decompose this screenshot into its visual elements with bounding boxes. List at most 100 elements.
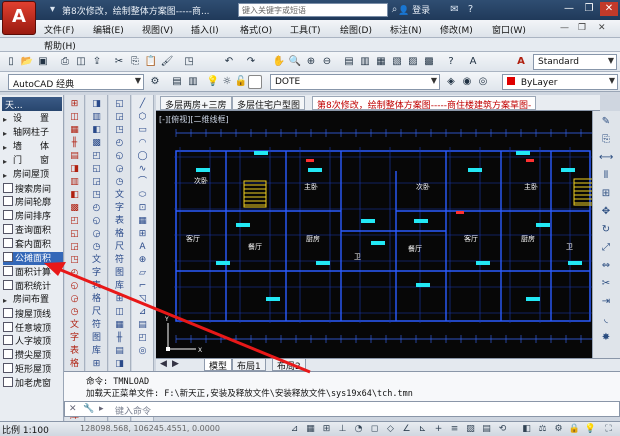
doc-tab-two-three-bedroom[interactable]: 多层两房+三房 [160, 96, 232, 111]
block-editor-icon[interactable]: ◳ [182, 55, 196, 69]
quick-access-icon[interactable]: ▾ [46, 3, 59, 16]
first-tab-icon[interactable]: ◀ [160, 359, 167, 369]
zoom-previous-icon[interactable]: ⊖ [320, 55, 334, 69]
tianzheng-tool-icon[interactable]: ◶ [89, 228, 104, 241]
redo-icon[interactable]: ↷ [244, 55, 258, 69]
tianzheng-tool-icon[interactable]: ◫ [67, 111, 82, 124]
tianzheng-tool-icon[interactable]: 表 [89, 280, 104, 293]
tianzheng-tool-icon[interactable]: 格 [67, 358, 82, 371]
tianzheng-tool-icon[interactable]: ◨ [112, 358, 127, 371]
polar-icon[interactable]: ◔ [352, 423, 365, 435]
screen-menu-header[interactable]: 天... [2, 97, 62, 111]
draw-tool-icon[interactable]: ▱ [135, 267, 150, 280]
tianzheng-tool-icon[interactable]: ◲ [89, 176, 104, 189]
copy-object-icon[interactable]: ⎘ [599, 133, 613, 147]
tianzheng-tool-icon[interactable]: ◳ [112, 124, 127, 137]
command-line[interactable]: ✕ 🔧 ▸ 键入命令 [64, 401, 620, 417]
menu-edit[interactable]: 编辑(E) [93, 23, 124, 36]
tianzheng-tool-icon[interactable]: 字 [112, 202, 127, 215]
tianzheng-tool-icon[interactable]: ◱ [89, 163, 104, 176]
tianzheng-tool-icon[interactable]: ▥ [89, 111, 104, 124]
login-button[interactable]: 👤 登录 [398, 3, 430, 16]
tianzheng-tool-icon[interactable]: 图 [89, 332, 104, 345]
text-style-dropdown[interactable]: Standard ▼ [533, 54, 617, 70]
draw-tool-icon[interactable]: ◰ [135, 332, 150, 345]
tianzheng-tool-icon[interactable]: ◵ [89, 215, 104, 228]
tianzheng-tool-icon[interactable]: ⊞ [112, 293, 127, 306]
open-icon[interactable]: 📂 [20, 55, 34, 69]
draw-tool-icon[interactable]: ⊿ [135, 306, 150, 319]
screen-menu-item[interactable]: ▸ 轴网柱子 [3, 127, 63, 140]
tianzheng-tool-icon[interactable]: ◵ [67, 280, 82, 293]
minimize-button[interactable]: — [560, 2, 578, 16]
isolate-icon[interactable]: 💡 [584, 423, 597, 435]
tianzheng-tool-icon[interactable]: ◷ [67, 306, 82, 319]
screen-menu-item[interactable]: 套内面积 [3, 238, 63, 251]
extend-icon[interactable]: ⇥ [599, 295, 613, 309]
tianzheng-tool-icon[interactable]: 字 [89, 267, 104, 280]
rotate-icon[interactable]: ↻ [599, 223, 613, 237]
screen-menu-item[interactable]: ▸ 房间屋顶 [3, 169, 63, 182]
doc-tab-scheme-sketch[interactable]: 第8次修改，绘制整体方案图-----商住楼建筑方案草图- [312, 96, 537, 111]
tianzheng-tool-icon[interactable]: 符 [89, 319, 104, 332]
draw-tool-icon[interactable]: ⊕ [135, 254, 150, 267]
tianzheng-tool-icon[interactable]: ◨ [67, 163, 82, 176]
mirror-icon[interactable]: ⟷ [599, 151, 613, 165]
layer-match-icon[interactable]: ◎ [476, 75, 490, 89]
markup-icon[interactable]: ▨ [406, 55, 420, 69]
menu-restore-icon[interactable]: ❐ [578, 23, 586, 33]
ducs-icon[interactable]: ⊾ [416, 423, 429, 435]
osnap-icon[interactable]: ◻ [368, 423, 381, 435]
screen-menu-item[interactable]: 矩形屋顶 [3, 363, 63, 376]
infer-icon[interactable]: ⊿ [288, 423, 301, 435]
lineweight-icon[interactable]: ≡ [448, 423, 461, 435]
tianzheng-tool-icon[interactable]: ▩ [67, 202, 82, 215]
tianzheng-tool-icon[interactable]: 字 [67, 332, 82, 345]
tianzheng-tool-icon[interactable]: ◱ [67, 228, 82, 241]
tianzheng-tool-icon[interactable]: ╫ [67, 137, 82, 150]
tianzheng-tool-icon[interactable]: ◰ [89, 150, 104, 163]
draw-tool-icon[interactable]: ◠ [135, 137, 150, 150]
cut-icon[interactable]: ✂ [112, 55, 126, 69]
save-icon[interactable]: ▣ [36, 55, 50, 69]
screen-menu-item[interactable]: 房间轮廓 [3, 196, 63, 209]
tianzheng-tool-icon[interactable]: ▤ [67, 150, 82, 163]
fullscreen-icon[interactable]: ⛶ [602, 423, 615, 435]
screen-menu-item[interactable]: 面积计算 [3, 265, 63, 279]
quick-properties-icon[interactable]: ▤ [480, 423, 493, 435]
scale-icon[interactable]: ⤢ [599, 241, 613, 255]
menu-view[interactable]: 视图(V) [142, 23, 173, 36]
design-center-icon[interactable]: ▥ [358, 55, 372, 69]
menu-minimize-icon[interactable]: — [560, 23, 569, 33]
grid-icon[interactable]: ⊞ [320, 423, 333, 435]
undo-icon[interactable]: ↶ [222, 55, 236, 69]
tianzheng-tool-icon[interactable]: 尺 [112, 241, 127, 254]
menu-close-icon[interactable]: ✕ [598, 23, 606, 33]
tianzheng-tool-icon[interactable]: 格 [89, 293, 104, 306]
menu-tools[interactable]: 工具(T) [290, 23, 321, 36]
draw-tool-icon[interactable]: ◎ [135, 345, 150, 358]
dyn-icon[interactable]: + [432, 423, 445, 435]
draw-tool-icon[interactable]: ◯ [135, 150, 150, 163]
tianzheng-tool-icon[interactable]: ⊞ [89, 358, 104, 371]
tianzheng-tool-icon[interactable]: ◴ [67, 267, 82, 280]
close-button[interactable]: ✕ [600, 2, 618, 16]
tianzheng-tool-icon[interactable]: 格 [112, 228, 127, 241]
screen-menu-item[interactable]: 房间排序 [3, 210, 63, 223]
tianzheng-tool-icon[interactable]: ◷ [112, 176, 127, 189]
layer-previous-icon[interactable]: ◉ [460, 75, 474, 89]
draw-tool-icon[interactable]: ⊞ [135, 228, 150, 241]
screen-menu-item[interactable]: 任意坡顶 [3, 321, 63, 335]
screen-menu-item[interactable]: 搜屋顶线 [3, 307, 63, 321]
menu-help[interactable]: 帮助(H) [44, 39, 76, 52]
tianzheng-tool-icon[interactable]: ▥ [67, 176, 82, 189]
screen-menu-item[interactable]: ▸ 墙 体 [3, 141, 63, 154]
calculator-icon[interactable]: ▩ [422, 55, 436, 69]
tianzheng-tool-icon[interactable]: ◳ [67, 254, 82, 267]
tianzheng-tool-icon[interactable]: ◷ [89, 241, 104, 254]
tianzheng-tool-icon[interactable]: 库 [89, 345, 104, 358]
tianzheng-tool-icon[interactable]: ◱ [112, 98, 127, 111]
tianzheng-tool-icon[interactable]: ◶ [112, 163, 127, 176]
ortho-icon[interactable]: ⊥ [336, 423, 349, 435]
draw-tool-icon[interactable]: ╱ [135, 98, 150, 111]
